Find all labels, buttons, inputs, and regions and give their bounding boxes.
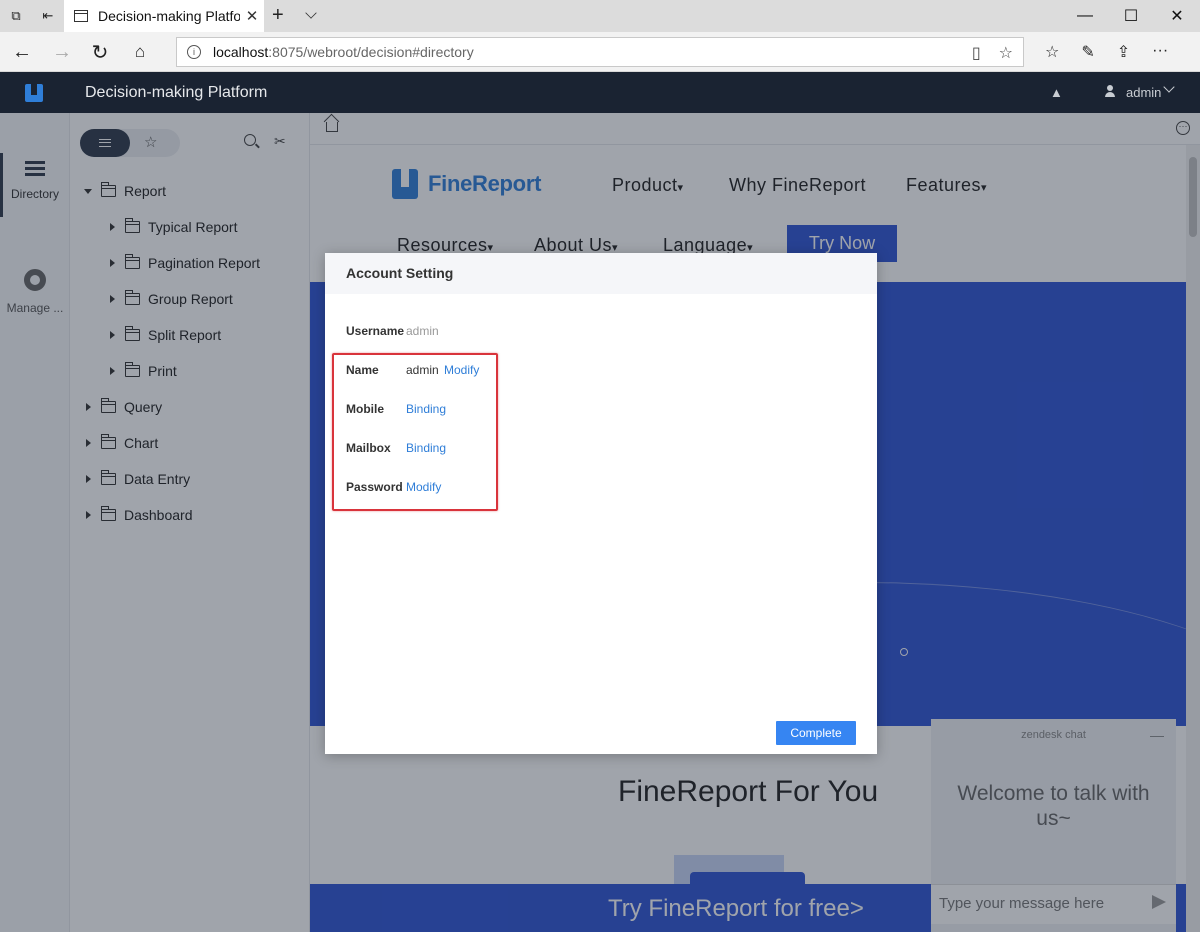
dialog-title: Account Setting [325,253,877,294]
url-input[interactable]: i localhost:8075/webroot/decision#direct… [176,37,1024,67]
set-tabs-aside-icon[interactable]: ⇤ [32,0,64,32]
url-path: :8075/webroot/decision#directory [268,44,474,60]
share-icon[interactable]: ⇪ [1117,42,1130,62]
maximize-icon[interactable]: ☐ [1108,0,1154,32]
account-setting-dialog: Account Setting Username admin Name admi… [325,253,877,754]
modify-name-link[interactable]: Modify [444,363,479,377]
close-window-icon[interactable]: ✕ [1154,0,1200,32]
username-label: Username [346,324,405,338]
mailbox-label: Mailbox [346,441,391,455]
browser-tab[interactable]: Decision-making Platfor ✕ [64,0,264,32]
close-tab-icon[interactable]: ✕ [240,7,264,25]
name-label: Name [346,363,379,377]
name-value: admin [406,363,439,377]
address-bar: ← → ↻ ⌂ i localhost:8075/webroot/decisio… [0,32,1200,72]
tab-actions-icon[interactable]: ⧉ [0,0,32,32]
bell-icon[interactable]: ▲ [1050,85,1063,100]
user-icon[interactable] [1105,85,1115,97]
app-logo [25,84,43,102]
modify-password-link[interactable]: Modify [406,480,441,494]
reading-view-icon[interactable]: ▯ [972,43,981,63]
password-label: Password [346,480,403,494]
tab-title: Decision-making Platfor [98,8,240,24]
home-icon[interactable]: ⌂ [126,38,154,66]
app-title: Decision-making Platform [85,84,268,101]
page-icon [74,10,88,22]
favorite-star-icon[interactable]: ☆ [999,43,1013,63]
site-info-icon[interactable]: i [187,45,201,59]
minimize-icon[interactable]: — [1062,0,1108,32]
browser-tab-bar: ⧉ ⇤ Decision-making Platfor ✕ + — ☐ ✕ [0,0,1200,32]
new-tab-icon[interactable]: + [272,4,284,26]
chevron-down-icon[interactable] [305,7,317,19]
back-icon[interactable]: ← [8,38,36,66]
complete-button[interactable]: Complete [776,721,856,745]
bind-mailbox-link[interactable]: Binding [406,441,446,455]
pen-icon[interactable]: ✎ [1081,42,1094,62]
bind-mobile-link[interactable]: Binding [406,402,446,416]
chevron-down-icon[interactable] [1163,81,1175,93]
favorites-icon[interactable]: ☆ [1045,42,1059,62]
forward-icon[interactable]: → [48,38,76,66]
refresh-icon[interactable]: ↻ [86,38,114,66]
username-value: admin [406,324,439,338]
url-host: localhost [213,44,269,60]
user-name[interactable]: admin [1126,85,1161,100]
more-icon[interactable]: ··· [1152,42,1168,62]
app-header: Decision-making Platform ▲ admin [0,72,1200,113]
mobile-label: Mobile [346,402,384,416]
